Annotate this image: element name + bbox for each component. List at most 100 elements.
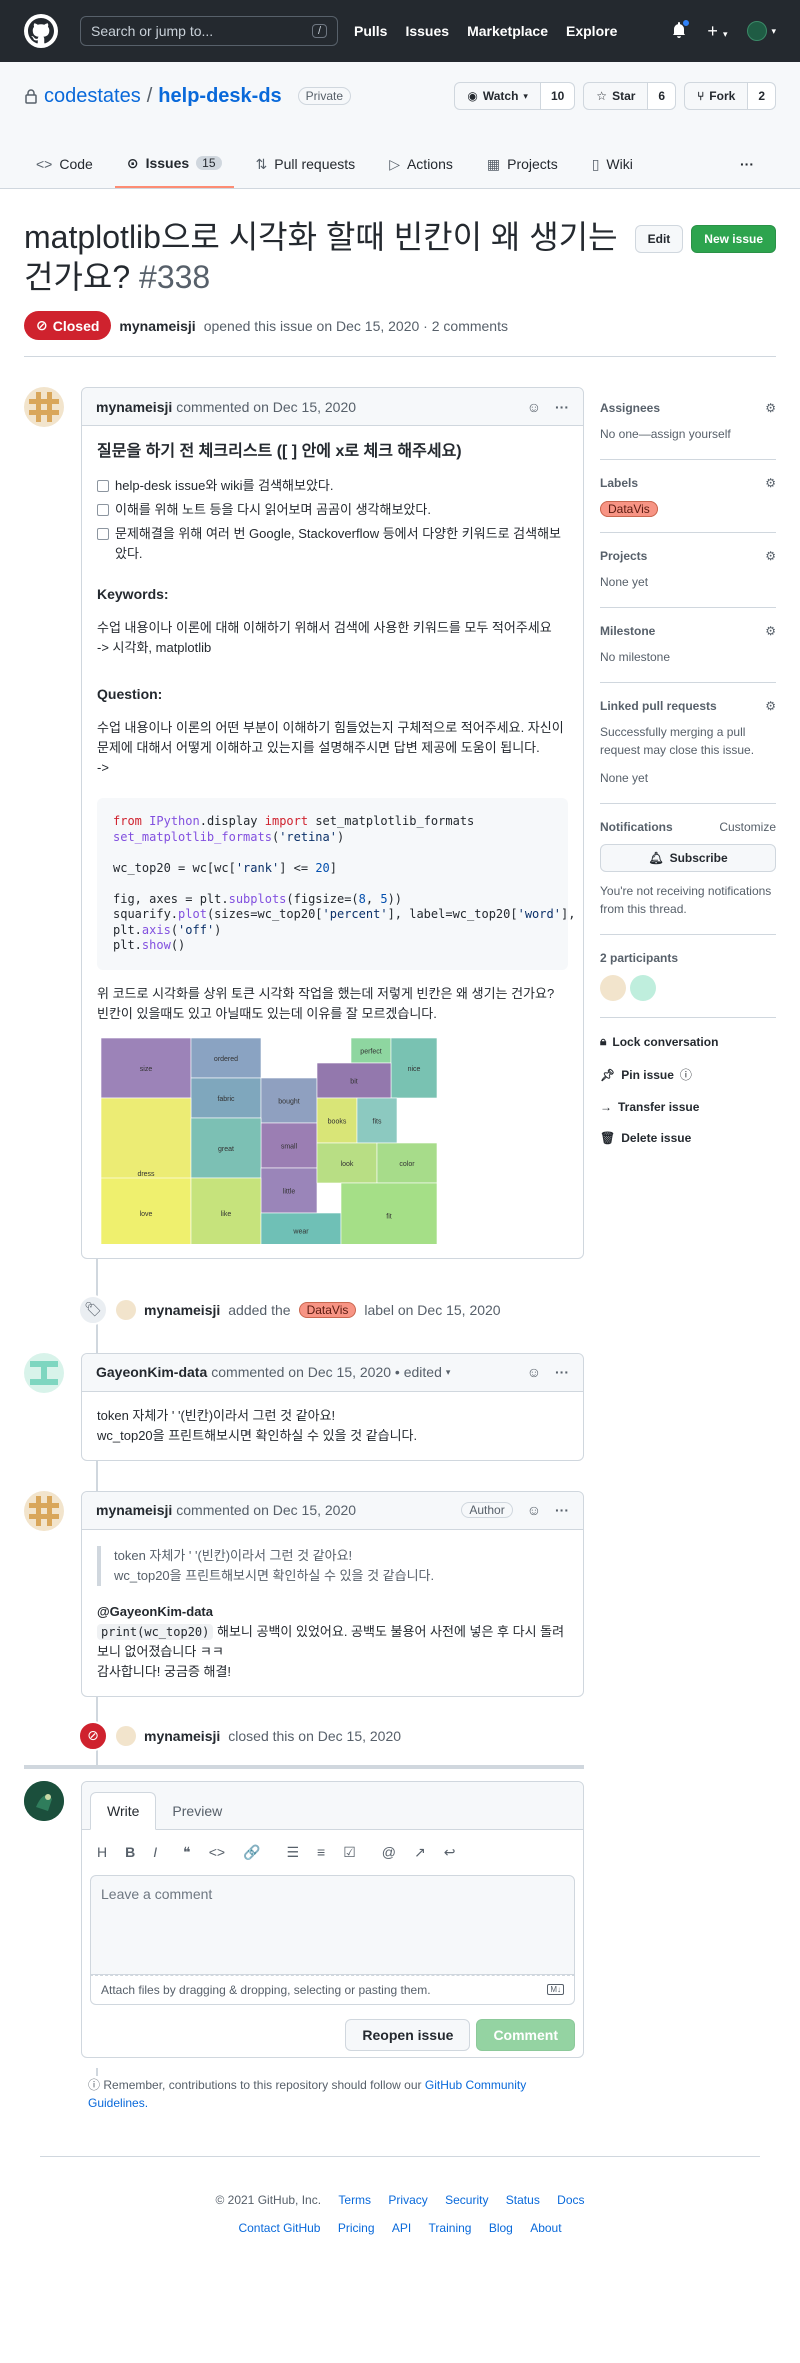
labels-heading[interactable]: Labels xyxy=(600,476,638,490)
italic-icon[interactable]: I xyxy=(153,1844,157,1861)
participant-avatar[interactable] xyxy=(600,975,626,1001)
reopen-issue-button[interactable]: Reopen issue xyxy=(345,2018,471,2051)
datavis-label[interactable]: DataVis xyxy=(600,501,658,517)
footer-link[interactable]: Blog xyxy=(489,2221,513,2235)
heading-icon[interactable]: H xyxy=(97,1844,107,1861)
checkbox[interactable] xyxy=(97,480,109,492)
comment-textarea[interactable]: Leave a comment xyxy=(90,1874,575,1975)
tab-code[interactable]: <> Code xyxy=(24,140,105,188)
quote-icon[interactable]: ❝ xyxy=(183,1844,191,1861)
footer-link[interactable]: Docs xyxy=(557,2193,584,2207)
lock-conversation-button[interactable]: 🔒︎ Lock conversation xyxy=(600,1034,776,1049)
github-logo-icon[interactable] xyxy=(24,14,58,48)
search-input[interactable]: Search or jump to... / xyxy=(80,16,338,46)
delete-issue-button[interactable]: 🗑︎ Delete issue xyxy=(600,1131,776,1145)
checkbox[interactable] xyxy=(97,504,109,516)
milestone-heading[interactable]: Milestone xyxy=(600,624,655,638)
customize-link[interactable]: Customize xyxy=(719,820,776,834)
tab-wiki[interactable]: ▯ Wiki xyxy=(580,140,645,188)
footer-link[interactable]: API xyxy=(392,2221,411,2235)
task-list-icon[interactable]: ☑ xyxy=(343,1844,356,1861)
star-button[interactable]: ☆ Star 6 xyxy=(583,82,677,110)
comment-author[interactable]: mynameisji xyxy=(96,1502,172,1518)
avatar[interactable] xyxy=(24,1352,64,1393)
nav-issues[interactable]: Issues xyxy=(405,23,449,39)
preview-tab[interactable]: Preview xyxy=(156,1793,238,1829)
attach-files-area[interactable]: Attach files by dragging & dropping, sel… xyxy=(90,1974,575,2005)
participant-avatar[interactable] xyxy=(630,975,656,1001)
cross-reference-icon[interactable]: ↗ xyxy=(414,1844,426,1861)
numbered-list-icon[interactable]: ≡ xyxy=(317,1844,325,1861)
more-tabs-button[interactable]: ··· xyxy=(728,140,766,188)
assignees-heading[interactable]: Assignees xyxy=(600,401,660,415)
footer-link[interactable]: Status xyxy=(506,2193,540,2207)
kebab-icon[interactable]: ··· xyxy=(555,1364,569,1380)
plus-dropdown-icon[interactable]: + ▾ xyxy=(707,21,727,42)
star-count[interactable]: 6 xyxy=(648,83,676,109)
footer-link[interactable]: Pricing xyxy=(338,2221,375,2235)
kebab-icon[interactable]: ··· xyxy=(555,1502,569,1518)
gear-icon[interactable]: ⚙ xyxy=(765,549,776,563)
gear-icon[interactable]: ⚙ xyxy=(765,476,776,490)
repo-name-link[interactable]: help-desk-ds xyxy=(158,85,281,108)
event-actor[interactable]: mynameisji xyxy=(144,1302,220,1318)
issue-author-link[interactable]: mynameisji xyxy=(119,318,195,334)
datavis-label[interactable]: DataVis xyxy=(298,1301,357,1318)
watch-button[interactable]: ◉ Watch ▾ 10 xyxy=(454,82,576,110)
event-avatar[interactable] xyxy=(116,1725,136,1746)
subscribe-button[interactable]: 🔔︎ Subscribe xyxy=(600,844,776,872)
pin-issue-button[interactable]: 📌︎ Pin issue ⓘ xyxy=(600,1066,776,1083)
bullet-list-icon[interactable]: ☰ xyxy=(286,1844,299,1861)
write-tab[interactable]: Write xyxy=(90,1791,157,1830)
new-issue-button[interactable]: New issue xyxy=(691,225,776,253)
avatar[interactable] xyxy=(24,387,64,427)
smiley-icon[interactable]: ☺ xyxy=(527,1364,541,1380)
linked-prs-heading[interactable]: Linked pull requests xyxy=(600,699,717,713)
nav-marketplace[interactable]: Marketplace xyxy=(467,23,548,39)
assignees-value[interactable]: No one—assign yourself xyxy=(600,425,776,443)
link-icon[interactable]: 🔗 xyxy=(243,1844,260,1861)
gear-icon[interactable]: ⚙ xyxy=(765,699,776,713)
bold-icon[interactable]: B xyxy=(125,1844,135,1861)
smiley-icon[interactable]: ☺ xyxy=(527,1502,541,1518)
footer-link[interactable]: Security xyxy=(445,2193,488,2207)
avatar[interactable] xyxy=(24,1490,64,1531)
tab-actions[interactable]: ▷ Actions xyxy=(377,140,465,188)
code-icon[interactable]: <> xyxy=(209,1844,225,1861)
nav-pulls[interactable]: Pulls xyxy=(354,23,387,39)
chevron-down-icon[interactable]: ▾ xyxy=(446,1367,451,1378)
footer-link[interactable]: Contact GitHub xyxy=(238,2221,320,2235)
comment-button[interactable]: Comment xyxy=(476,2018,575,2051)
tab-issues[interactable]: ⊙ Issues 15 xyxy=(114,140,234,188)
edit-title-button[interactable]: Edit xyxy=(634,225,684,253)
mention-icon[interactable]: @ xyxy=(382,1844,396,1861)
tab-pull-requests[interactable]: ⇅ Pull requests xyxy=(244,140,368,188)
gear-icon[interactable]: ⚙ xyxy=(765,401,776,415)
tab-projects[interactable]: ▦ Projects xyxy=(475,140,570,188)
comment-meta[interactable]: commented on Dec 15, 2020 xyxy=(176,399,356,415)
footer-link[interactable]: Terms xyxy=(338,2193,371,2207)
nav-explore[interactable]: Explore xyxy=(566,23,617,39)
footer-link[interactable]: About xyxy=(530,2221,561,2235)
gear-icon[interactable]: ⚙ xyxy=(765,624,776,638)
current-user-avatar[interactable] xyxy=(24,1780,64,1821)
kebab-icon[interactable]: ··· xyxy=(555,399,569,415)
mention[interactable]: @GayeonKim-data xyxy=(97,1602,568,1622)
footer-link[interactable]: Training xyxy=(429,2221,472,2235)
comment-author[interactable]: GayeonKim-data xyxy=(96,1364,207,1380)
event-avatar[interactable] xyxy=(116,1299,136,1320)
fork-count[interactable]: 2 xyxy=(748,83,775,109)
checkbox[interactable] xyxy=(97,528,109,540)
footer-link[interactable]: Privacy xyxy=(388,2193,427,2207)
repo-owner-link[interactable]: codestates xyxy=(44,85,141,108)
user-avatar-menu[interactable]: ▾ xyxy=(747,21,776,41)
fork-button[interactable]: ⑂ Fork 2 xyxy=(684,82,776,110)
comment-author[interactable]: mynameisji xyxy=(96,399,172,415)
projects-heading[interactable]: Projects xyxy=(600,549,647,563)
event-actor[interactable]: mynameisji xyxy=(144,1728,220,1744)
transfer-issue-button[interactable]: → Transfer issue xyxy=(600,1100,776,1114)
comment-meta[interactable]: commented on Dec 15, 2020 xyxy=(176,1502,356,1518)
smiley-icon[interactable]: ☺ xyxy=(527,399,541,415)
bell-icon[interactable] xyxy=(671,18,691,41)
reply-icon[interactable]: ↩ xyxy=(444,1844,456,1861)
